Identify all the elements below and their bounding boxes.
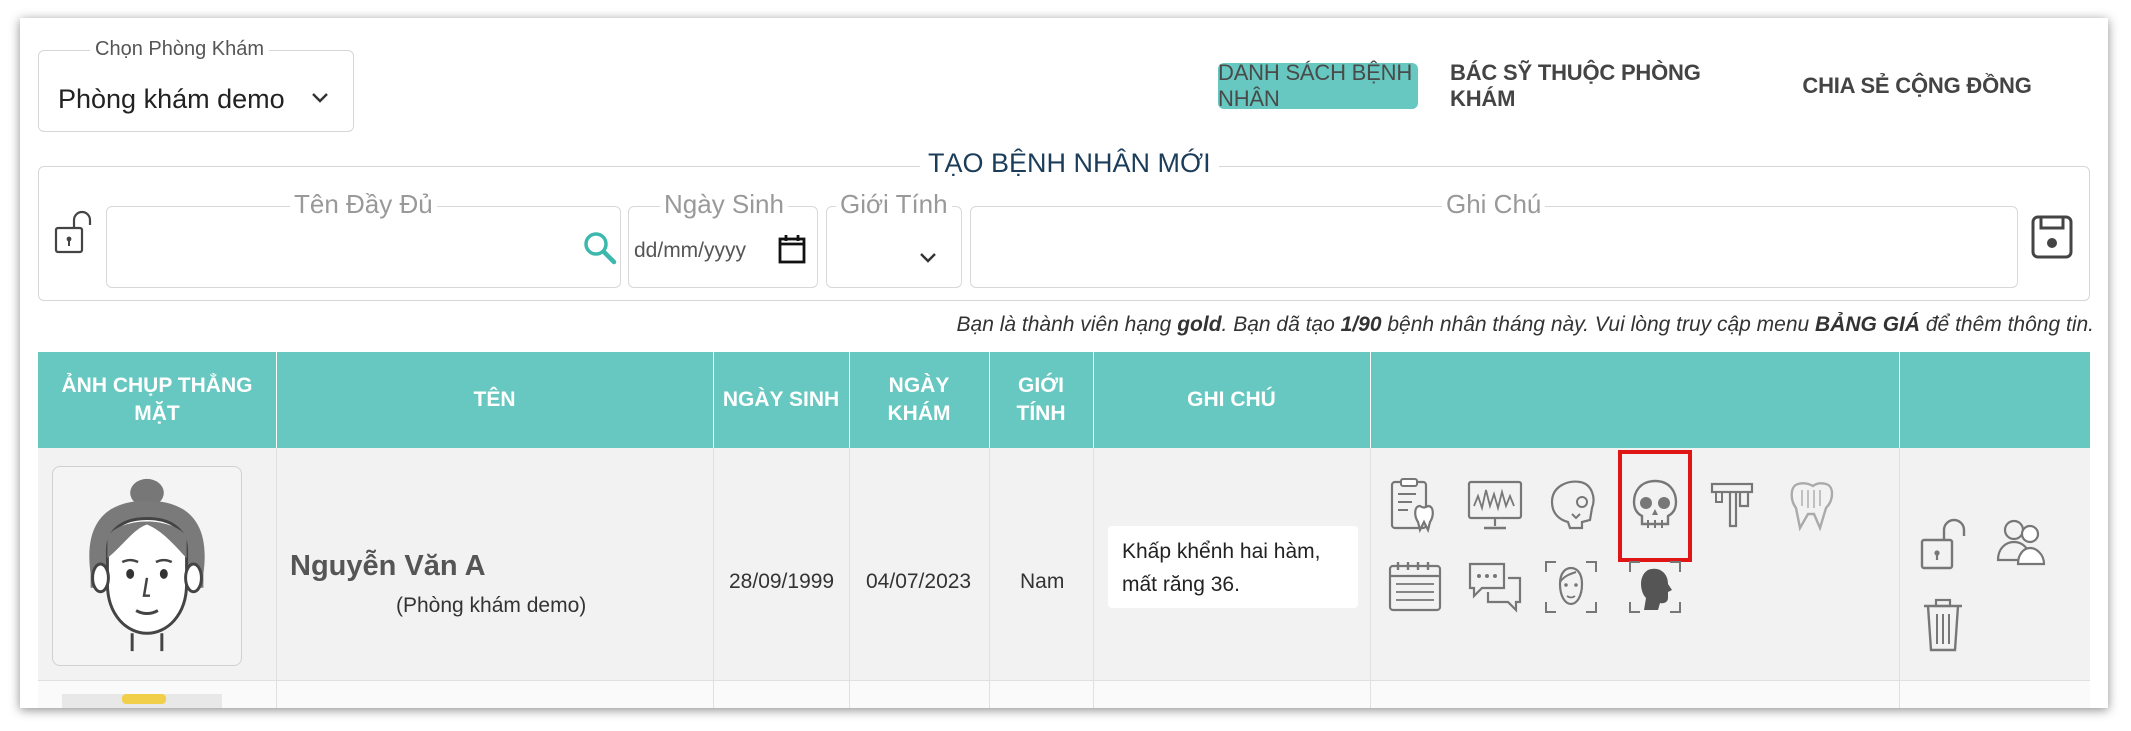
birth-date-legend: Ngày Sinh [660,189,788,220]
face-side-scan-icon[interactable] [1626,558,1684,616]
column-divider [1899,352,1900,448]
table-row[interactable] [38,680,2090,708]
info-text: bệnh nhân tháng này. Vui lòng truy cập m… [1381,313,1816,336]
dental-chart-icon[interactable] [1386,476,1444,534]
column-divider [713,352,714,448]
search-icon[interactable] [583,231,617,265]
column-divider [989,448,990,708]
column-divider [849,448,850,708]
face-front-scan-icon[interactable] [1542,558,1600,616]
header-photo: ẢNH CHỤP THẲNG MẶT [61,373,253,425]
patient-birth: 28/09/1999 [729,570,835,593]
header-gender: GIỚI TÍNH [1016,373,1066,425]
patient-name[interactable]: Nguyễn Văn A [290,550,486,583]
save-icon[interactable] [2030,214,2074,260]
full-name-legend: Tên Đầy Đủ [290,189,437,220]
clinic-select-value[interactable]: Phòng khám demo [58,84,285,115]
header-birth: NGÀY SINH [722,387,840,411]
birth-date-placeholder: dd/mm/yyyy [634,239,747,262]
column-divider [989,352,990,448]
share-users-icon[interactable] [1992,512,2050,570]
patient-clinic: (Phòng khám demo) [396,594,587,617]
chevron-down-icon[interactable] [310,88,330,108]
membership-tier: gold [1177,313,1222,336]
app-window: Chọn Phòng Khám Phòng khám demo DANH SÁC… [20,18,2108,708]
schedule-icon[interactable] [1386,558,1444,616]
pricing-menu-link[interactable]: BẢNG GIÁ [1815,313,1920,336]
info-text: để thêm thông tin. [1920,313,2094,336]
chat-icon[interactable] [1466,558,1524,616]
column-divider [1370,352,1371,448]
caliper-icon[interactable] [1704,476,1762,534]
info-text: Bạn là thành viên hạng [956,313,1178,336]
trash-icon[interactable] [1916,596,1974,654]
note-legend: Ghi Chú [1442,189,1546,220]
column-divider [276,352,277,448]
lock-open-icon[interactable] [52,208,94,256]
tab-patient-list[interactable]: DANH SÁCH BỆNH NHÂN [1218,60,1418,111]
tab-community-share[interactable]: CHIA SẺ CỘNG ĐỒNG [1772,63,2062,109]
patient-visit: 04/07/2023 [866,570,972,593]
patient-gender: Nam [1020,570,1065,593]
patient-photo[interactable] [52,466,242,666]
membership-info: Bạn là thành viên hạng gold. Bạn dã tạo … [957,313,2094,337]
clinic-select-legend: Chọn Phòng Khám [90,38,270,61]
calendar-icon[interactable] [778,234,806,264]
monitor-scan-icon[interactable] [1466,476,1524,534]
badge-icon [122,694,166,704]
skull-side-icon[interactable] [1542,476,1600,534]
highlight-box [1618,450,1692,562]
info-text: . Bạn dã tạo [1221,313,1341,336]
column-divider [1370,448,1371,708]
face-avatar-icon [89,478,205,652]
unlock-patient-icon[interactable] [1916,516,1974,574]
patient-count: 1/90 [1340,313,1382,336]
column-divider [713,448,714,708]
patient-note: Khấp khểnh hai hàm, mất răng 36. [1108,526,1358,608]
column-divider [849,352,850,448]
header-visit: NGÀY KHÁM [887,373,951,425]
tab-clinic-doctors[interactable]: BÁC SỸ THUỘC PHÒNG KHÁM [1450,60,1750,111]
column-divider [1093,448,1094,708]
tooth-icon[interactable] [1784,476,1842,534]
column-divider [1093,352,1094,448]
column-divider [276,448,277,708]
column-divider [1899,448,1900,708]
new-patient-form-title: TẠO BỆNH NHÂN MỚI [920,148,1219,179]
header-name: TÊN [473,387,516,411]
header-note: GHI CHÚ [1187,387,1276,411]
chevron-down-icon[interactable] [918,248,938,268]
gender-legend: Giới Tính [836,189,952,220]
